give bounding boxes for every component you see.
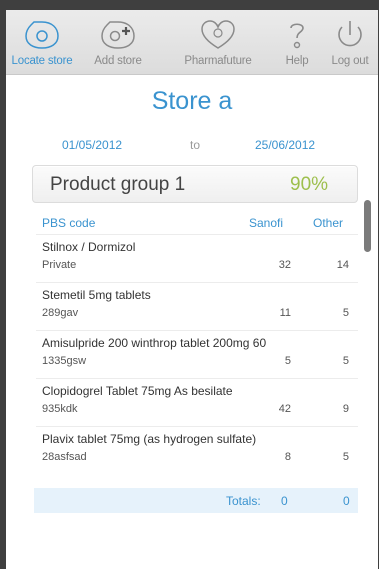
date-to-separator: to [190,138,201,152]
tab-log-out-label: Log out [331,55,369,67]
tab-pharmafuture-label: Pharmafuture [184,55,252,67]
pbs-code: 1335gsw [42,355,87,367]
pbs-code: 289gav [42,307,79,319]
other-count: 5 [342,451,349,463]
totals-row: Totals: 0 0 [34,488,358,513]
drug-name: Stilnox / Dormizol [42,240,136,254]
drug-name: Plavix tablet 75mg (as hydrogen sulfate) [42,432,257,446]
product-group-percent: 90% [290,174,329,195]
drug-name: Amisulpride 200 winthrop tablet 200mg 60 [42,336,267,350]
sanofi-count: 42 [278,403,291,415]
drug-name: Clopidogrel Tablet 75mg As besilate [42,384,233,398]
power-icon [330,18,370,52]
tab-add-store-label: Add store [94,55,142,67]
add-store-icon [98,18,138,52]
tab-pharmafuture[interactable]: Pharmafuture [158,10,278,74]
other-count: 5 [342,307,349,319]
pbs-code: Private [42,259,77,271]
table-row[interactable]: Plavix tablet 75mg (as hydrogen sulfate)… [36,426,358,474]
drug-name: Stemetil 5mg tablets [42,288,151,302]
table-row[interactable]: Stilnox / Dormizol Private 32 14 [36,234,358,282]
table-row[interactable]: Stemetil 5mg tablets 289gav 11 5 [36,282,358,330]
other-count: 14 [336,259,349,271]
other-count: 9 [342,403,349,415]
sanofi-count: 8 [284,451,291,463]
sanofi-count: 11 [279,307,291,319]
sanofi-count: 32 [278,259,291,271]
tab-locate-store-label: Locate store [11,55,73,67]
date-from[interactable]: 01/05/2012 [62,138,122,152]
header-sanofi: Sanofi [249,216,284,230]
app-screen: Locate store Add store Pharmafuture Help… [6,10,378,569]
pbs-code: 935kdk [42,403,78,415]
pbs-code: 28asfsad [42,451,87,463]
header-pbs-code: PBS code [42,216,96,230]
sanofi-count: 5 [284,355,291,367]
tab-help[interactable]: Help [278,10,316,74]
scrollbar[interactable] [364,200,371,252]
help-icon [277,18,317,52]
date-to[interactable]: 25/06/2012 [255,138,315,152]
product-table: PBS code Sanofi Other Stilnox / Dormizol… [36,210,358,474]
other-count: 5 [342,355,349,367]
totals-other: 0 [343,494,350,508]
table-row[interactable]: Amisulpride 200 winthrop tablet 200mg 60… [36,330,358,378]
totals-label: Totals: [226,494,261,508]
store-title: Store a [151,87,233,115]
product-group-name: Product group 1 [50,174,186,195]
tab-help-label: Help [285,55,309,67]
locate-store-icon [22,18,62,52]
totals-sanofi: 0 [281,494,288,508]
tab-log-out[interactable]: Log out [322,10,378,74]
tab-add-store[interactable]: Add store [78,10,158,74]
pharmafuture-icon [198,18,238,52]
product-group-selector[interactable]: Product group 1 90% [32,165,358,203]
table-row[interactable]: Clopidogrel Tablet 75mg As besilate 935k… [36,378,358,426]
tab-bar: Locate store Add store Pharmafuture Help… [6,10,378,75]
table-header: PBS code Sanofi Other [36,210,358,234]
tab-locate-store[interactable]: Locate store [6,10,78,74]
header-other: Other [313,216,344,230]
